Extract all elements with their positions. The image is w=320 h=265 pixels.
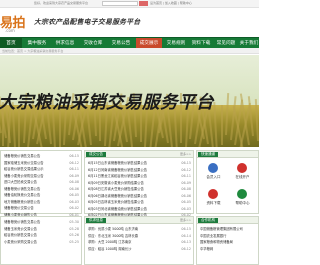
welcome-text: 您好，欢迎来到大宗农产品交易服务平台	[34, 1, 89, 5]
supply-list: 求购：优质小麦 5000吨 山东济南 06-15 供应：东北玉米 3000吨 吉林长…	[85, 226, 193, 252]
deals-header: 成交公告 更多>>	[85, 151, 193, 158]
supply-header: 供求信息 更多>>	[85, 217, 193, 224]
supply-more-link[interactable]: 更多>>	[180, 218, 191, 222]
supply-panel: 供求信息 更多>> 求购：优质小麦 5000吨 山东济南 06-15 供应：东北玉米…	[84, 216, 194, 265]
deals-panel: 成交公告 更多>> 6月15日山东省储备粮竞价销售结果公告 06-15 6月12日河…	[84, 150, 194, 224]
quick-access-panel: 快速通道 会员入口 在线开户 资料下载 帮助中心	[196, 150, 259, 214]
list-item[interactable]: 供应：稻谷 1000吨 湖南长沙 06-12	[85, 246, 193, 253]
deals-more-link[interactable]: 更多>>	[180, 152, 191, 156]
partners-header: 合作机构	[197, 217, 258, 224]
deals-title: 成交公告	[86, 152, 106, 157]
user-icon	[208, 163, 218, 173]
tile-member[interactable]: 会员入口	[200, 161, 227, 187]
list-item[interactable]: 小麦竞价采购交易公告 05-25	[1, 239, 81, 246]
page: 您好，欢迎来到大宗农产品交易服务平台 设为首页 | 加入收藏 | 帮助中心 易拍…	[0, 0, 259, 265]
search-input[interactable]	[102, 1, 138, 6]
breadcrumb-text: 当前位置：首页 > 大宗粮油采销交易服务平台	[2, 49, 64, 53]
search-button[interactable]	[139, 1, 148, 6]
tile-register[interactable]: 在线开户	[229, 161, 256, 187]
list-item-title[interactable]: 小麦竞价采购交易公告	[4, 239, 37, 246]
list-item-title[interactable]: 供应：稻谷 1000吨 湖南长沙	[88, 246, 131, 253]
list-item-title[interactable]: 中华粮网	[200, 246, 213, 253]
hero-banner: 大宗粮油采销交易服务平台	[0, 55, 259, 147]
top-links[interactable]: 设为首页 | 加入收藏 | 帮助中心	[150, 1, 192, 5]
site-slogan: 大宗农产品配售电子交易服务平台	[34, 18, 141, 26]
main-nav: 首页 集中服务 供求信息 交收仓库 交易公告 成交展示 交易规则 资料下载 常见…	[0, 37, 259, 49]
list-item-date: 06-12	[181, 246, 191, 251]
tile-download[interactable]: 资料下载	[200, 187, 227, 213]
tile-member-label: 会员入口	[206, 175, 221, 179]
logo-domain: .com	[5, 28, 15, 33]
quick-access-tiles: 会员入口 在线开户 资料下载 帮助中心	[200, 161, 256, 213]
breadcrumb: 当前位置：首页 > 大宗粮油采销交易服务平台	[0, 48, 259, 54]
banner-headline: 大宗粮油采销交易服务平台	[0, 93, 214, 113]
partners-list: 中国储备粮管理集团有限公司 中国农业发展银行 国家粮食和物资储备局 中华粮网	[197, 226, 258, 252]
tile-help-label: 帮助中心	[235, 201, 250, 205]
announcements-list-2: 储备粮竞价销售交易公告 05-30 储备玉米竞价交易公告 05-28 稻谷竞价销售交易公…	[1, 219, 81, 245]
tile-register-label: 在线开户	[235, 175, 250, 179]
announcements-panel: 储备粮竞价销售交易公告 06-15 国家临储玉米竞价交易公告 06-12 稻谷竞价销售交…	[0, 150, 82, 217]
wheat-stalk	[220, 105, 223, 145]
top-bar: 您好，欢迎来到大宗农产品交易服务平台 设为首页 | 加入收藏 | 帮助中心	[0, 0, 259, 8]
list-item-date: 05-25	[69, 239, 79, 244]
supply-title: 供求信息	[86, 218, 106, 223]
tile-help[interactable]: 帮助中心	[229, 187, 256, 213]
quick-access-header: 快速通道	[197, 151, 258, 158]
list-item[interactable]: 中华粮网	[197, 246, 258, 253]
register-icon	[237, 163, 247, 173]
partners-title: 合作机构	[198, 218, 218, 223]
download-icon	[208, 189, 218, 199]
announcements-panel-2: 储备粮竞价销售交易公告 05-30 储备玉米竞价交易公告 05-28 稻谷竞价销售交易公…	[0, 216, 82, 265]
announcements-list: 储备粮竞价销售交易公告 06-15 国家临储玉米竞价交易公告 06-12 稻谷竞价销售交…	[1, 153, 81, 218]
quick-access-title: 快速通道	[198, 152, 218, 157]
partners-panel: 合作机构 中国储备粮管理集团有限公司 中国农业发展银行 国家粮食和物资储备局 中华粮网	[196, 216, 259, 265]
tile-download-label: 资料下载	[206, 201, 221, 205]
help-icon	[237, 189, 247, 199]
